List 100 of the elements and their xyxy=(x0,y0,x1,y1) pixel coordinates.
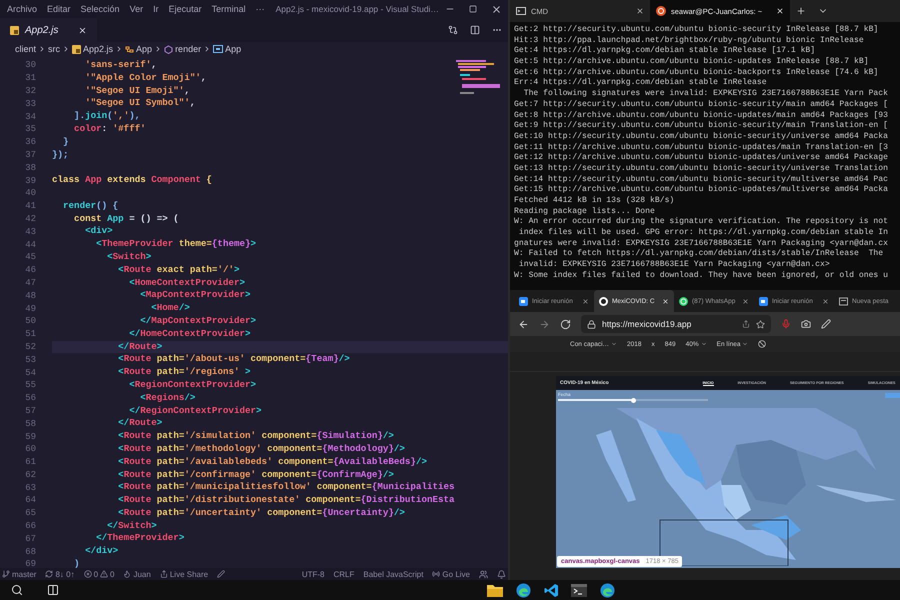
terminal-line: Get:5 http://archive.ubuntu.com/ubuntu bionic-updates InRelease [88.7 kB] xyxy=(514,57,870,68)
line-number: 46 xyxy=(24,265,36,276)
terminal-line: Get:15 http://archive.ubuntu.com/ubuntu bionic-updates/multiverse amd64 Packa xyxy=(514,185,889,196)
line-number: 31 xyxy=(24,73,36,84)
address-field[interactable]: https://mexicovid19.app xyxy=(581,315,771,333)
breadcrumb-item[interactable]: client xyxy=(15,44,36,54)
line-number: 65 xyxy=(24,508,36,518)
language-button[interactable]: Babel JavaScript xyxy=(363,570,424,578)
line-number: 62 xyxy=(24,470,36,480)
line-ending-button[interactable]: CRLF xyxy=(334,570,354,578)
close-icon[interactable] xyxy=(636,7,644,15)
line-number: 37 xyxy=(24,150,36,160)
breadcrumb-item[interactable]: render xyxy=(164,44,202,54)
close-icon[interactable] xyxy=(742,298,749,304)
line-number: 58 xyxy=(24,418,36,429)
terminal-line: W: An error occurred during the signature verification. The repository is not xyxy=(514,217,889,228)
terminal-line: Hit:3 http://ppa.launchpad.net/brightbox/ruby-ng/ubuntu bionic InRelease xyxy=(514,36,865,46)
camera-icon[interactable] xyxy=(801,319,811,329)
line-number: 42 xyxy=(24,214,36,224)
code-line: </ThemeProvider> xyxy=(95,532,186,546)
notifications-button[interactable] xyxy=(497,570,506,578)
code-line: </Route> xyxy=(117,417,164,430)
close-icon[interactable] xyxy=(822,298,829,304)
cube-icon xyxy=(164,44,174,54)
taskbar-app-button[interactable] xyxy=(568,581,590,599)
live-share-button[interactable]: Live Share xyxy=(160,570,208,578)
share-icon xyxy=(160,570,168,578)
close-icon[interactable] xyxy=(78,26,88,34)
people-icon xyxy=(479,570,488,578)
line-number: 61 xyxy=(24,457,36,468)
line-number: 51 xyxy=(24,329,36,340)
more-menu-button[interactable]: ··· xyxy=(250,4,270,14)
code-line: <ThemeProvider theme={theme}> xyxy=(95,238,258,251)
breadcrumb-item[interactable]: App xyxy=(213,44,242,54)
back-icon[interactable] xyxy=(518,318,529,330)
star-icon[interactable] xyxy=(756,320,765,328)
terminal-line: Get:11 http://archive.ubuntu.com/ubuntu bionic-updates/main Translation-en [3 xyxy=(514,142,889,153)
reload-icon[interactable] xyxy=(560,318,571,330)
terminal-line: Get:6 http://archive.ubuntu.com/ubuntu bionic-backports InRelease [74.6 kB] xyxy=(514,68,880,78)
breadcrumb-item[interactable]: App xyxy=(125,44,152,54)
editor-tab[interactable]: App2.js xyxy=(0,18,98,42)
flame-icon xyxy=(123,570,132,578)
menu-item[interactable]: Ejecutar xyxy=(164,4,207,14)
terminal-line: W: Some index files failed to download. They have been ignored, or old ones u xyxy=(514,270,889,282)
code-line: </HomeContextProvider> xyxy=(128,328,252,341)
maximize-icon xyxy=(469,5,478,13)
sync-button[interactable]: 8↓ 0↑ xyxy=(45,570,75,578)
problems-button[interactable]: 0 0 xyxy=(84,570,114,578)
code-line: <Route path='/simulation' component={Simulation}/> xyxy=(117,430,395,443)
code-line: </RegionContextProvider> xyxy=(128,404,263,418)
menu-item[interactable]: Ver xyxy=(124,4,148,14)
branch-button[interactable]: master xyxy=(2,570,36,578)
share-icon[interactable] xyxy=(742,320,750,328)
code-line: <Route exact path='/'> xyxy=(117,264,240,277)
line-number: 33 xyxy=(24,98,36,109)
warning-icon xyxy=(100,570,108,578)
line-number: 45 xyxy=(24,252,36,262)
breadcrumb-item[interactable]: App2.js xyxy=(72,44,114,54)
video-app-icon xyxy=(759,296,768,306)
block-icon[interactable] xyxy=(758,340,766,348)
breadcrumb-item[interactable]: src xyxy=(48,44,60,54)
line-number: 67 xyxy=(24,534,36,544)
variable-icon xyxy=(213,45,224,53)
js-file-icon xyxy=(72,44,82,54)
split-icon xyxy=(470,25,480,35)
terminal-line: Err:4 https://dl.yarnpkg.com/debian stable InRelease xyxy=(514,78,768,89)
code-line: '"Segoe UI Emoji"', xyxy=(84,84,191,98)
code-line: <Route path='/about-us' component={Team}/> xyxy=(117,353,351,366)
close-icon xyxy=(490,4,502,14)
line-number: 36 xyxy=(24,137,36,148)
menu-item[interactable]: Editar xyxy=(42,4,76,14)
go-live-button[interactable]: Go Live xyxy=(432,570,470,578)
menu-item[interactable]: Terminal xyxy=(206,4,251,14)
terminal-line: Get:7 http://security.ubuntu.com/ubuntu bionic-security/main amd64 Packages [ xyxy=(514,100,889,110)
line-number: 40 xyxy=(24,188,36,198)
line-number: 49 xyxy=(24,304,36,314)
encoding-button[interactable]: UTF-8 xyxy=(302,570,324,578)
lock-icon xyxy=(587,320,596,328)
close-icon[interactable] xyxy=(582,298,589,304)
compare-icon xyxy=(448,25,458,35)
line-number: 57 xyxy=(24,406,36,416)
microphone-icon[interactable] xyxy=(781,319,791,329)
code-line: <HomeContextProvider> xyxy=(128,276,246,290)
code-line: <Route path='/confirmage' component={ConfirmAge}/> xyxy=(117,468,395,482)
ubuntu-logo-icon xyxy=(656,6,666,16)
menu-item[interactable]: Archivo xyxy=(2,4,42,14)
feedback-button[interactable] xyxy=(479,570,488,578)
terminal-line: gnatures were invalid: EXPKEYSIG 23E7166788B63E1E Yarn Packaging <yarn@dan.cx xyxy=(514,238,889,249)
menu-item[interactable]: Selección xyxy=(76,4,125,14)
plus-icon xyxy=(796,6,806,16)
code-editor-icon xyxy=(544,582,558,598)
pen-button[interactable] xyxy=(217,570,226,578)
terminal-line: Get:14 http://security.ubuntu.com/ubuntu bionic-security/multiverse amd64 Pac xyxy=(514,174,889,185)
forward-icon[interactable] xyxy=(539,318,550,330)
pen-icon[interactable] xyxy=(821,319,831,329)
code-line: <MapContextProvider> xyxy=(139,289,252,302)
account-button[interactable]: Juan xyxy=(123,570,151,578)
menu-item[interactable]: Ir xyxy=(148,4,164,14)
browser-icon xyxy=(600,582,614,598)
line-number: 64 xyxy=(24,495,36,506)
